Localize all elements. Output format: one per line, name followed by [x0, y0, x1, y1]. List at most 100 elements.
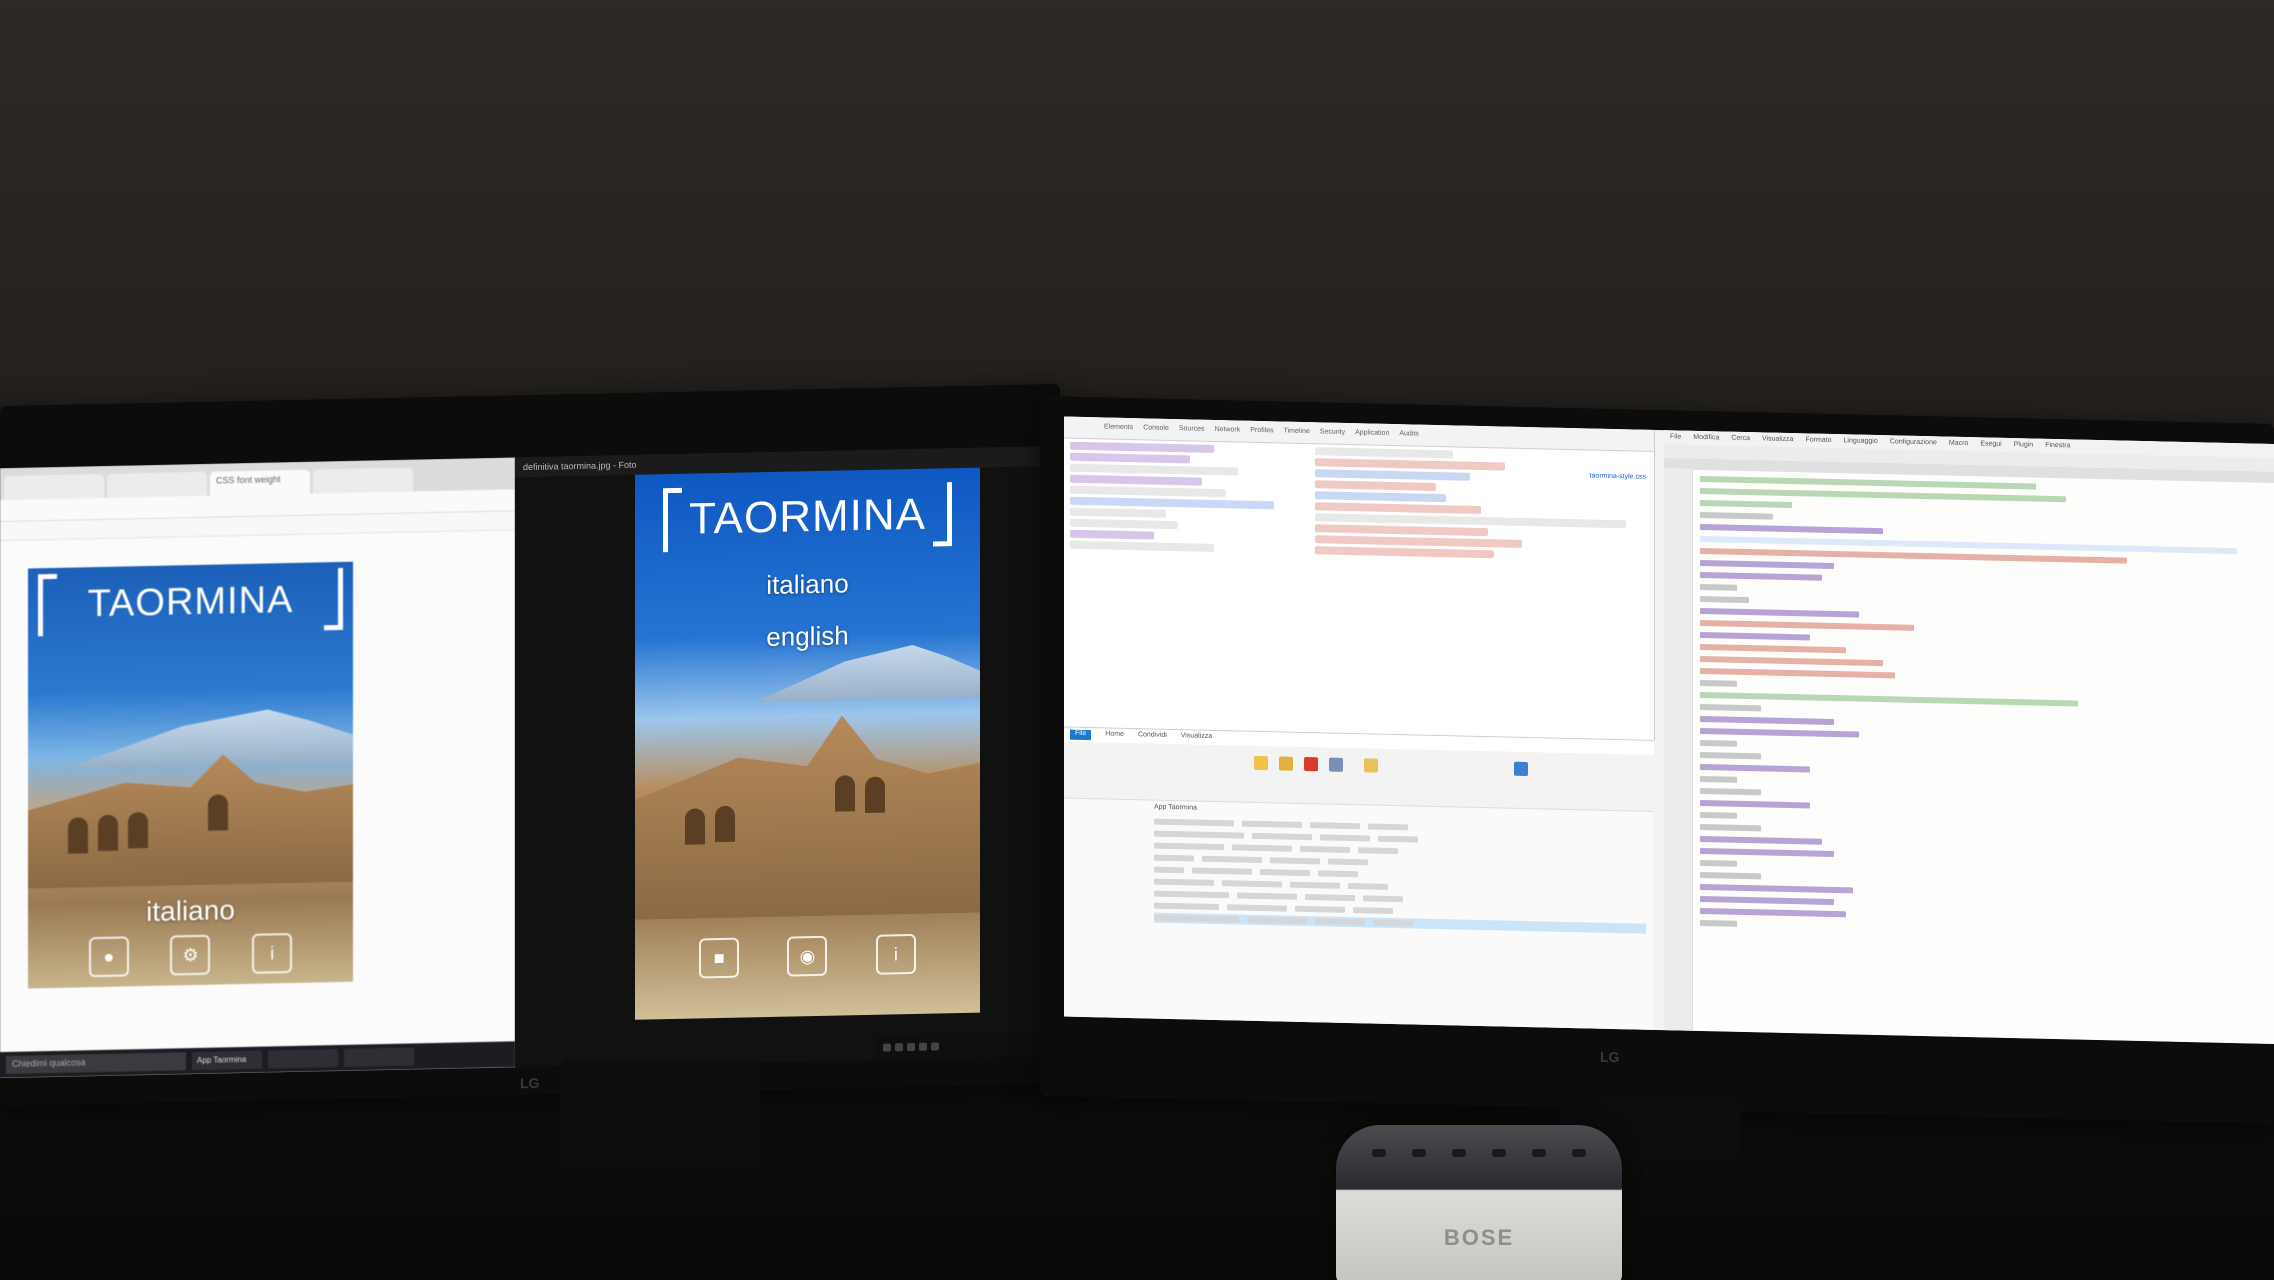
new-folder-icon[interactable]	[1364, 758, 1378, 773]
devtools-tab[interactable]: Audits	[1399, 430, 1418, 439]
dom-line[interactable]	[1070, 452, 1190, 464]
devtools-tab[interactable]: Network	[1215, 426, 1241, 436]
devtools-tab[interactable]: Sources	[1179, 425, 1205, 435]
code-area[interactable]	[1664, 475, 2274, 939]
code-line	[1700, 631, 1810, 641]
css-line[interactable]	[1315, 458, 1505, 471]
css-line[interactable]	[1315, 480, 1436, 491]
ribbon-tab-file[interactable]: File	[1070, 729, 1092, 741]
aux-button[interactable]	[1452, 1149, 1466, 1157]
select-all-icon[interactable]	[1514, 761, 1528, 777]
info-icon[interactable]: i	[252, 932, 293, 974]
lock-icon[interactable]: ■	[699, 937, 740, 979]
viewer-image: TAORMINA italiano english ■ ◉ i	[635, 467, 980, 1020]
left-monitor: CSS font weight TAORMINA italiano ● ⚙ i …	[0, 383, 1060, 1107]
bluetooth-button[interactable]	[1412, 1149, 1426, 1157]
taskbar-item[interactable]	[268, 1049, 338, 1069]
gear-icon[interactable]: ⚙	[170, 934, 211, 976]
css-line[interactable]	[1315, 502, 1481, 514]
menu-item[interactable]: Linguaggio	[1844, 437, 1878, 446]
monitor-logo: LG	[1600, 1048, 1620, 1066]
code-line	[1700, 835, 1822, 845]
code-line	[1700, 895, 1835, 906]
browser-tab[interactable]	[107, 471, 207, 498]
ribbon-tab-share[interactable]: Condividi	[1138, 731, 1167, 742]
menu-item[interactable]: Finestra	[2045, 442, 2070, 451]
tray-icon[interactable]	[919, 1042, 927, 1051]
menu-item[interactable]: Configurazione	[1890, 438, 1937, 447]
user-icon[interactable]: ●	[88, 936, 129, 978]
devtools-tab[interactable]: Application	[1355, 429, 1389, 439]
css-line[interactable]	[1315, 447, 1453, 459]
tray-icon[interactable]	[895, 1043, 903, 1052]
menu-item[interactable]: Esegui	[1980, 440, 2001, 448]
taskbar-item[interactable]	[344, 1047, 414, 1067]
app-preview: TAORMINA italiano ● ⚙ i	[28, 561, 353, 989]
code-line	[1700, 643, 1847, 654]
file-explorer-window: File Home Condividi Visualizza App Taorm…	[1064, 726, 1654, 1031]
tray-icon[interactable]	[931, 1042, 939, 1051]
menu-item[interactable]: Formato	[1805, 436, 1831, 445]
volume-up-button[interactable]	[1532, 1149, 1546, 1157]
devtools-tab[interactable]: Elements	[1104, 423, 1133, 433]
rename-icon[interactable]	[1329, 757, 1343, 772]
menu-item[interactable]: File	[1670, 433, 1681, 441]
tray-icon[interactable]	[883, 1043, 891, 1052]
play-button[interactable]	[1572, 1149, 1586, 1157]
tray-icon[interactable]	[907, 1042, 915, 1052]
monitor-stand	[560, 1060, 760, 1170]
code-line	[1700, 679, 1737, 687]
menu-item-italiano[interactable]: italiano	[635, 566, 980, 604]
code-line	[1700, 703, 1761, 712]
code-line	[1700, 571, 1822, 581]
devtools-tab[interactable]: Profiles	[1250, 427, 1273, 437]
folder-icon[interactable]	[1254, 755, 1268, 771]
css-file-link[interactable]: taormina-style.css	[1590, 472, 1646, 480]
css-line[interactable]	[1315, 546, 1495, 559]
dom-line[interactable]	[1070, 441, 1214, 453]
css-line[interactable]	[1315, 469, 1471, 481]
browser-tab[interactable]	[313, 467, 413, 494]
code-line	[1700, 475, 2036, 490]
menu-item[interactable]: Cerca	[1731, 435, 1750, 443]
menu-item[interactable]: Macro	[1949, 440, 1968, 448]
code-line	[1700, 739, 1737, 747]
taskbar-item[interactable]: App Taormina	[192, 1050, 262, 1071]
arch-shape	[715, 806, 735, 842]
menu-item[interactable]: Modifica	[1693, 434, 1719, 443]
devtools-tab[interactable]: Console	[1143, 424, 1169, 434]
menu-item[interactable]: Visualizza	[1762, 435, 1793, 444]
move-icon[interactable]	[1279, 756, 1293, 771]
volume-down-button[interactable]	[1492, 1149, 1506, 1157]
dom-line[interactable]	[1070, 529, 1154, 540]
taskbar-search[interactable]: Chiedimi qualcosa	[6, 1052, 186, 1074]
dom-line[interactable]	[1070, 540, 1214, 552]
code-line	[1700, 775, 1737, 783]
menu-item[interactable]: Plugin	[2014, 441, 2033, 449]
power-button[interactable]	[1372, 1149, 1386, 1157]
devtools-tab[interactable]: Timeline	[1284, 428, 1310, 438]
arch-shape	[128, 812, 148, 848]
dom-line[interactable]	[1070, 474, 1202, 486]
browser-tab-active[interactable]: CSS font weight	[210, 469, 310, 496]
browser-tab[interactable]	[4, 473, 104, 501]
delete-icon[interactable]	[1304, 756, 1318, 772]
css-line[interactable]	[1315, 491, 1447, 503]
menu-item-italiano[interactable]: italiano	[28, 892, 353, 931]
right-screen: Elements Console Sources Network Profile…	[1064, 416, 2274, 1045]
ribbon-tab-view[interactable]: Visualizza	[1181, 732, 1212, 743]
code-line	[1700, 487, 2066, 503]
dom-line[interactable]	[1070, 463, 1238, 476]
camera-icon[interactable]: ◉	[787, 935, 828, 977]
arch-shape	[68, 817, 88, 853]
css-line[interactable]	[1315, 524, 1488, 537]
dom-line[interactable]	[1070, 485, 1226, 498]
dom-line[interactable]	[1070, 518, 1178, 530]
ribbon-tab-home[interactable]: Home	[1105, 730, 1124, 740]
dom-line[interactable]	[1070, 507, 1166, 518]
code-editor-window: File Modifica Cerca Visualizza Formato L…	[1664, 430, 2274, 1045]
devtools-window: Elements Console Sources Network Profile…	[1064, 416, 1655, 740]
info-icon[interactable]: i	[875, 933, 916, 975]
menu-item-english[interactable]: english	[635, 618, 980, 656]
devtools-tab[interactable]: Security	[1320, 428, 1345, 438]
